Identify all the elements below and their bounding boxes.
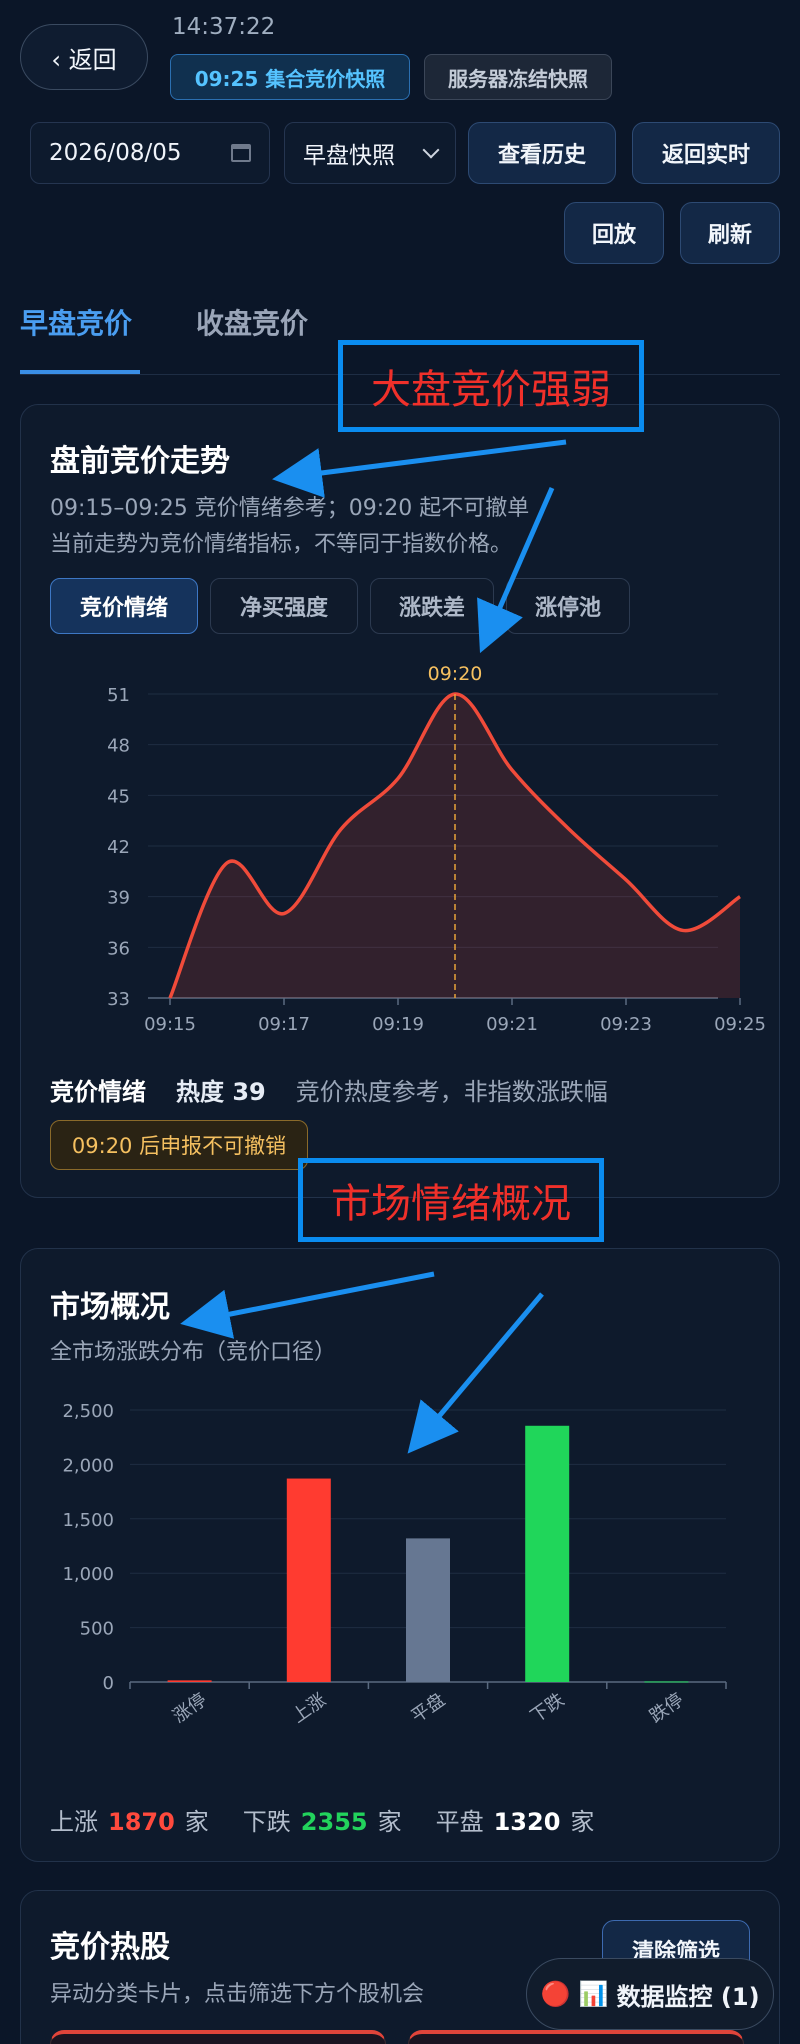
stats-down-unit: 家 (377, 1808, 402, 1836)
stats-up-label: 上涨 (50, 1808, 98, 1836)
y-tick-label: 500 (80, 1619, 114, 1640)
stats-down-value: 2355 (300, 1808, 368, 1836)
hot-stocks-subtitle: 异动分类卡片，点击筛选下方个股机会 (50, 1982, 425, 2007)
annotation-arrow (272, 439, 567, 498)
annotation-arrows (180, 439, 567, 1454)
x-tick-label: 平盘 (408, 1689, 450, 1727)
hot-stock-card[interactable] (408, 2030, 744, 2044)
stats-up-unit: 家 (184, 1808, 209, 1836)
bar-平盘 (406, 1538, 450, 1682)
hot-stock-card[interactable] (50, 2030, 386, 2044)
bar-跌停 (644, 1681, 689, 1683)
stats-up-value: 1870 (108, 1808, 175, 1836)
stats-down-label: 下跌 (242, 1808, 291, 1836)
hot-stocks-title: 竞价热股 (50, 1930, 170, 1965)
y-tick-label: 1,500 (62, 1510, 114, 1531)
x-tick-label: 下跌 (527, 1689, 569, 1727)
bar-上涨 (286, 1478, 331, 1682)
x-tick-label: 跌停 (646, 1689, 688, 1727)
monitor-icons: 🔴 📊 (540, 1980, 609, 2008)
bar-涨停 (167, 1680, 212, 1682)
annotation-arrow (180, 1271, 435, 1339)
monitor-label: 数据监控 (1) (616, 1982, 760, 2011)
annotation-arrow (407, 1292, 544, 1454)
stats-flat-unit: 家 (570, 1808, 595, 1836)
stats-flat-value: 1320 (493, 1808, 561, 1836)
annotation-arrow (477, 487, 555, 654)
market-stats-row: 上涨 1870 家 下跌 2355 家 平盘 1320 家 (50, 1802, 594, 1837)
y-tick-label: 1,000 (62, 1564, 114, 1585)
stats-flat-label: 平盘 (435, 1808, 484, 1836)
y-tick-label: 0 (103, 1673, 114, 1694)
x-tick-label: 上涨 (288, 1689, 330, 1727)
data-monitor-button[interactable]: 🔴 📊 数据监控 (1) (526, 1958, 774, 2030)
x-tick-label: 涨停 (169, 1689, 211, 1727)
